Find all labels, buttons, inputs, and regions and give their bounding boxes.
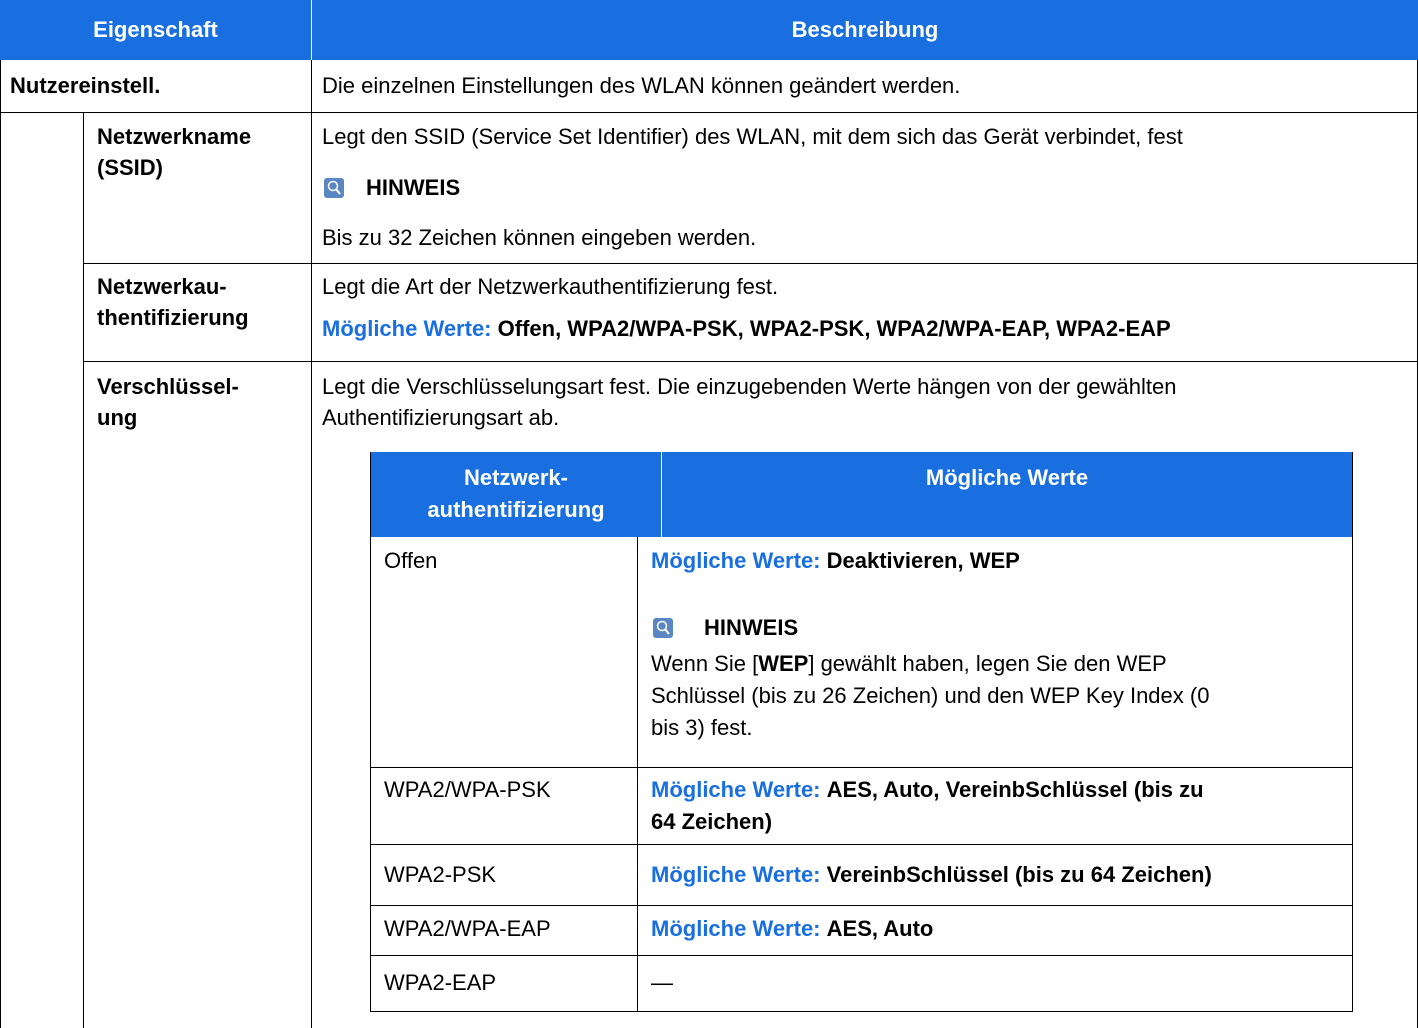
subtable-border-right xyxy=(1352,452,1353,1012)
sub-values-wpa2wpa-psk-1: Mögliche Werte: AES, Auto, VereinbSchlüs… xyxy=(651,774,1204,806)
sub-note-post: ] gewählt haben, legen Sie den WEP xyxy=(808,651,1167,676)
enc-name-1: Verschlüssel- xyxy=(97,374,239,399)
sub-values-wpa2wpa-psk-2: 64 Zeichen) xyxy=(651,809,773,834)
sub-note-line2: Schlüssel (bis zu 26 Zeichen) und den WE… xyxy=(651,683,1210,708)
auth-name-1: Netzwerkau- xyxy=(97,274,227,299)
auth-desc: Legt die Art der Netzwerkauthentifizieru… xyxy=(322,274,779,299)
header-eigenschaft: Eigenschaft xyxy=(0,0,311,60)
nutzer-desc: Die einzelnen Einstellungen des WLAN kön… xyxy=(322,73,961,98)
border-left xyxy=(0,60,1,1028)
auth-values: Mögliche Werte: Offen, WPA2/WPA-PSK, WPA… xyxy=(322,313,1171,345)
sub-auth-wpa2-psk: WPA2-PSK xyxy=(384,862,497,887)
auth-name-2: thentifizierung xyxy=(97,305,249,330)
subtable-line-3 xyxy=(370,905,1353,906)
subtable-border-left xyxy=(370,452,371,1012)
enc-desc-2: Authentifizierungsart ab. xyxy=(322,405,560,430)
ssid-name-1: Netzwerkname xyxy=(97,124,252,149)
subtable-header-col1-line2: authentifizierung xyxy=(427,497,605,522)
sub-values-wpa2-psk-list: VereinbSchlüssel (bis zu 64 Zeichen) xyxy=(826,862,1212,887)
subtable-border-mid xyxy=(637,537,638,1012)
enc-desc-1: Legt die Verschlüsselungsart fest. Die e… xyxy=(322,374,1177,399)
ssid-note-text: Bis zu 32 Zeichen können eingeben werden… xyxy=(322,225,757,250)
sub-values-offen-list: Deaktivieren, WEP xyxy=(826,548,1020,573)
sub-values-offen: Mögliche Werte: Deaktivieren, WEP xyxy=(651,545,1020,577)
subtable-header-col2: Mögliche Werte xyxy=(662,452,1352,537)
sub-note-line1: Wenn Sie [WEP] gewählt haben, legen Sie … xyxy=(651,648,1167,680)
sub-note-line3: bis 3) fest. xyxy=(651,715,753,740)
subtable-line-1 xyxy=(370,767,1353,768)
sub-values-wpa2-eap: — xyxy=(651,970,673,995)
sub-values-offen-label: Mögliche Werte: xyxy=(651,548,821,573)
sub-values-wpa2wpa-psk-label: Mögliche Werte: xyxy=(651,777,821,802)
sub-values-wpa2-psk-label: Mögliche Werte: xyxy=(651,862,821,887)
subtable-line-4 xyxy=(370,955,1353,956)
subtable-line-5 xyxy=(370,1011,1353,1012)
row-line-2 xyxy=(83,263,1418,264)
ssid-desc: Legt den SSID (Service Set Identifier) d… xyxy=(322,124,1183,149)
subtable-line-2 xyxy=(370,844,1353,845)
auth-values-list: Offen, WPA2/WPA-PSK, WPA2-PSK, WPA2/WPA-… xyxy=(497,316,1171,341)
note-icon xyxy=(324,178,344,198)
ssid-name-2: (SSID) xyxy=(97,155,163,180)
nutzer-name: Nutzereinstell. xyxy=(10,73,161,98)
header-beschreibung: Beschreibung xyxy=(312,0,1418,60)
sub-note-bold: WEP xyxy=(758,651,809,676)
sub-note-title: HINWEIS xyxy=(704,615,799,640)
auth-values-label: Mögliche Werte: xyxy=(322,316,492,341)
sub-auth-wpa2-eap: WPA2-EAP xyxy=(384,970,497,995)
border-indent xyxy=(83,112,84,1028)
subtable-header-col1: Netzwerk- authentifizierung xyxy=(371,452,661,537)
sub-auth-offen: Offen xyxy=(384,548,438,573)
enc-name-2: ung xyxy=(97,405,138,430)
sub-auth-wpa2wpa-eap: WPA2/WPA-EAP xyxy=(384,916,551,941)
sub-values-wpa2wpa-psk-list: AES, Auto, VereinbSchlüssel (bis zu xyxy=(826,777,1204,802)
row-line-1 xyxy=(0,112,1418,113)
subtable-header-col2-text: Mögliche Werte xyxy=(925,465,1089,490)
sub-values-wpa2wpa-eap: Mögliche Werte: AES, Auto xyxy=(651,913,933,945)
subtable-header-col1-line1: Netzwerk- xyxy=(464,465,568,490)
sub-values-wpa2-psk: Mögliche Werte: VereinbSchlüssel (bis zu… xyxy=(651,859,1212,891)
sub-values-wpa2wpa-eap-label: Mögliche Werte: xyxy=(651,916,821,941)
border-col-divider xyxy=(311,60,312,1028)
sub-values-wpa2wpa-eap-list: AES, Auto xyxy=(826,916,934,941)
note-icon xyxy=(653,618,673,638)
ssid-note-title: HINWEIS xyxy=(366,175,461,200)
sub-note-pre: Wenn Sie [ xyxy=(651,651,759,676)
row-line-3 xyxy=(83,361,1418,362)
sub-auth-wpa2wpa-psk: WPA2/WPA-PSK xyxy=(384,777,551,802)
